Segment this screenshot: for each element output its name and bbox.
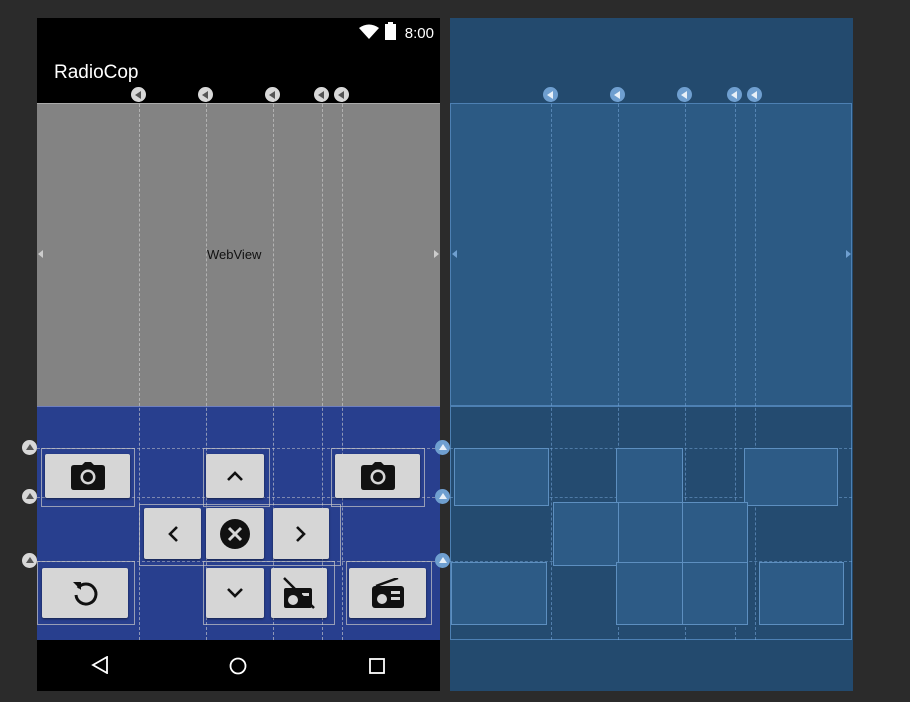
guideline-handle[interactable] [334, 87, 349, 102]
arrow-right-button[interactable] [273, 508, 329, 559]
battery-icon [385, 22, 396, 40]
guideline-handle-right[interactable] [435, 553, 450, 568]
webview[interactable]: WebView [37, 103, 440, 407]
home-icon[interactable] [229, 657, 247, 675]
chevron-right-icon [296, 525, 306, 542]
arrow-up-icon [438, 493, 447, 499]
arrow-up-icon [25, 493, 34, 499]
chevron-left-icon [167, 525, 178, 542]
constraint-anchor-left[interactable] [38, 250, 43, 258]
blueprint-camera-left[interactable] [454, 448, 549, 506]
guideline-handle[interactable] [198, 87, 213, 102]
blueprint-camera-right[interactable] [744, 448, 838, 506]
blueprint-arrow-left[interactable] [553, 502, 619, 566]
recents-icon[interactable] [369, 658, 385, 674]
guideline-handle[interactable] [265, 87, 280, 102]
guideline-handle[interactable] [314, 87, 329, 102]
guideline-handle[interactable] [747, 87, 762, 102]
guideline-handle[interactable] [610, 87, 625, 102]
blueprint-arrow-right[interactable] [682, 502, 748, 566]
arrow-left-icon [135, 90, 141, 99]
arrow-left-icon [269, 90, 275, 99]
arrow-up-icon [438, 557, 447, 563]
app-title: RadioCop [54, 62, 139, 83]
blueprint-guideline [755, 94, 756, 640]
guideline-handle-left[interactable] [22, 489, 37, 504]
arrow-down-button[interactable] [206, 568, 264, 618]
blueprint-surface[interactable] [450, 18, 853, 691]
arrow-left-icon [751, 90, 757, 99]
guideline-handle-right[interactable] [435, 440, 450, 455]
stop-button[interactable] [206, 508, 264, 559]
arrow-left-icon [318, 90, 324, 99]
guideline-handle[interactable] [677, 87, 692, 102]
status-time: 8:00 [404, 25, 434, 42]
constraint-anchor-right[interactable] [846, 250, 851, 258]
camera-icon [360, 462, 395, 490]
blueprint-webview[interactable] [450, 103, 852, 406]
webview-label: WebView [207, 247, 262, 262]
blueprint-radio-off[interactable] [682, 562, 748, 625]
camera-icon [70, 462, 105, 490]
guideline-handle-right[interactable] [435, 489, 450, 504]
guideline-handle[interactable] [543, 87, 558, 102]
guideline-handle-left[interactable] [22, 440, 37, 455]
blueprint-refresh[interactable] [451, 562, 547, 625]
navigation-bar [37, 640, 440, 691]
arrow-left-icon [202, 90, 208, 99]
camera-right-button[interactable] [335, 454, 420, 498]
blueprint-stop[interactable] [618, 502, 683, 566]
arrow-left-icon [731, 90, 737, 99]
arrow-left-icon [338, 90, 344, 99]
refresh-icon [73, 582, 98, 606]
guideline-handle-left[interactable] [22, 553, 37, 568]
chevron-down-icon [227, 588, 243, 598]
arrow-up-icon [25, 444, 34, 450]
constraint-anchor-left[interactable] [452, 250, 457, 258]
blueprint-arrow-down[interactable] [616, 562, 683, 625]
arrow-left-icon [614, 90, 620, 99]
design-surface[interactable]: 8:00 RadioCop WebView [37, 18, 440, 691]
app-bar: RadioCop [37, 50, 440, 103]
arrow-up-icon [25, 557, 34, 563]
radio-off-button[interactable] [271, 568, 327, 618]
guideline-handle[interactable] [727, 87, 742, 102]
blueprint-radio[interactable] [759, 562, 844, 625]
arrow-left-button[interactable] [144, 508, 201, 559]
wifi-icon [359, 24, 379, 39]
guideline-handle[interactable] [131, 87, 146, 102]
radio-icon [371, 578, 404, 608]
constraint-anchor-right[interactable] [434, 250, 439, 258]
status-bar: 8:00 [37, 18, 440, 50]
radio-button[interactable] [349, 568, 426, 618]
arrow-up-icon [438, 444, 447, 450]
arrow-left-icon [547, 90, 553, 99]
vertical-guideline [342, 94, 343, 640]
back-icon[interactable] [91, 656, 109, 674]
camera-left-button[interactable] [45, 454, 130, 498]
arrow-up-button[interactable] [206, 454, 264, 498]
chevron-up-icon [227, 471, 243, 481]
arrow-left-icon [681, 90, 687, 99]
close-circle-icon [220, 518, 250, 549]
blueprint-guideline [551, 94, 552, 640]
refresh-button[interactable] [42, 568, 128, 618]
radio-off-icon [283, 577, 315, 609]
blueprint-arrow-up[interactable] [616, 448, 683, 506]
